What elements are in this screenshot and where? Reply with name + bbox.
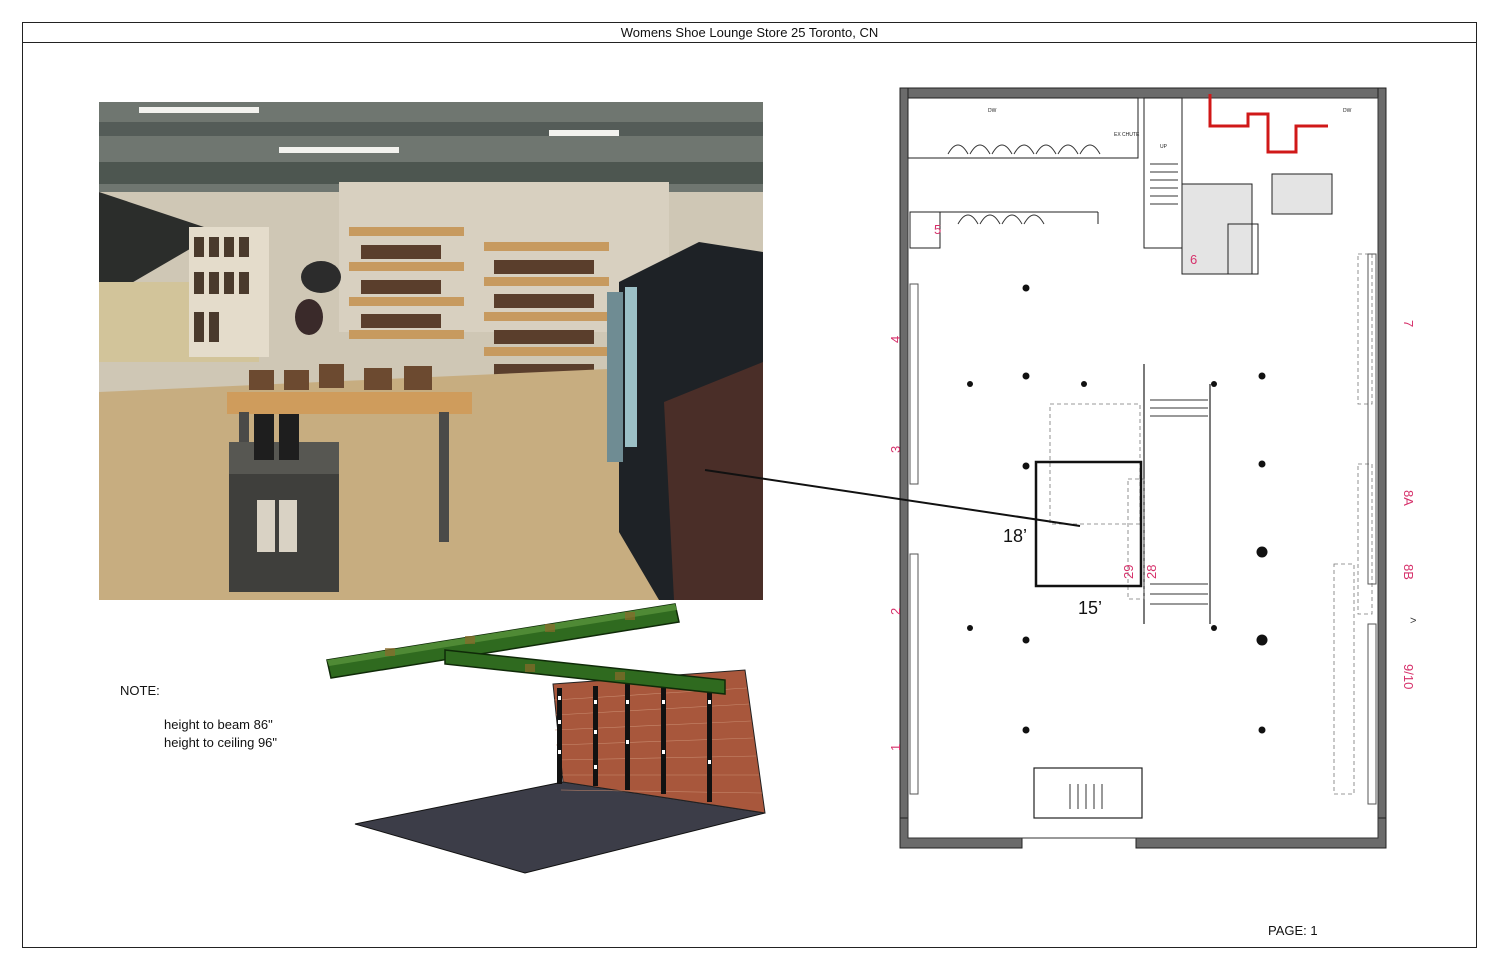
note-block: NOTE: height to beam 86" height to ceili…: [120, 682, 277, 752]
note-ceiling-height: height to ceiling 96": [164, 735, 278, 750]
chevron-marker-icon: >: [1410, 615, 1416, 627]
page-number: PAGE: 1: [1268, 923, 1318, 938]
zone-label-3: 3: [888, 446, 903, 453]
zone-label-8a: 8A: [1401, 490, 1416, 506]
store-photo: [99, 102, 763, 600]
note-beam-height: height to beam 86": [164, 717, 273, 732]
page-title: Womens Shoe Lounge Store 25 Toronto, CN: [22, 22, 1477, 43]
dim-width: 15’: [1078, 598, 1102, 618]
dw-label-right: DW: [1343, 108, 1352, 114]
zone-label-9-10: 9/10: [1401, 664, 1416, 689]
chute-label: EX CHUTE: [1114, 132, 1140, 138]
zone-label-1: 1: [888, 744, 903, 751]
zone-label-7: 7: [1401, 320, 1416, 327]
zone-label-8b: 8B: [1401, 564, 1416, 580]
zone-label-28: 28: [1144, 565, 1159, 579]
zone-label-29: 29: [1121, 565, 1136, 579]
floor-plan: 18’ 15’ DW DW UP EX CHUTE 1 2 3 4 5 6 7 …: [888, 87, 1416, 849]
note-label: NOTE:: [120, 683, 160, 698]
zone-label-2: 2: [888, 608, 903, 615]
dw-label-left: DW: [988, 108, 997, 114]
zone-label-6: 6: [1190, 252, 1197, 267]
dim-depth: 18’: [1003, 526, 1027, 546]
beam-render: [325, 600, 775, 880]
up-label: UP: [1160, 144, 1168, 150]
zone-label-5: 5: [934, 222, 941, 237]
zone-label-4: 4: [888, 336, 903, 343]
